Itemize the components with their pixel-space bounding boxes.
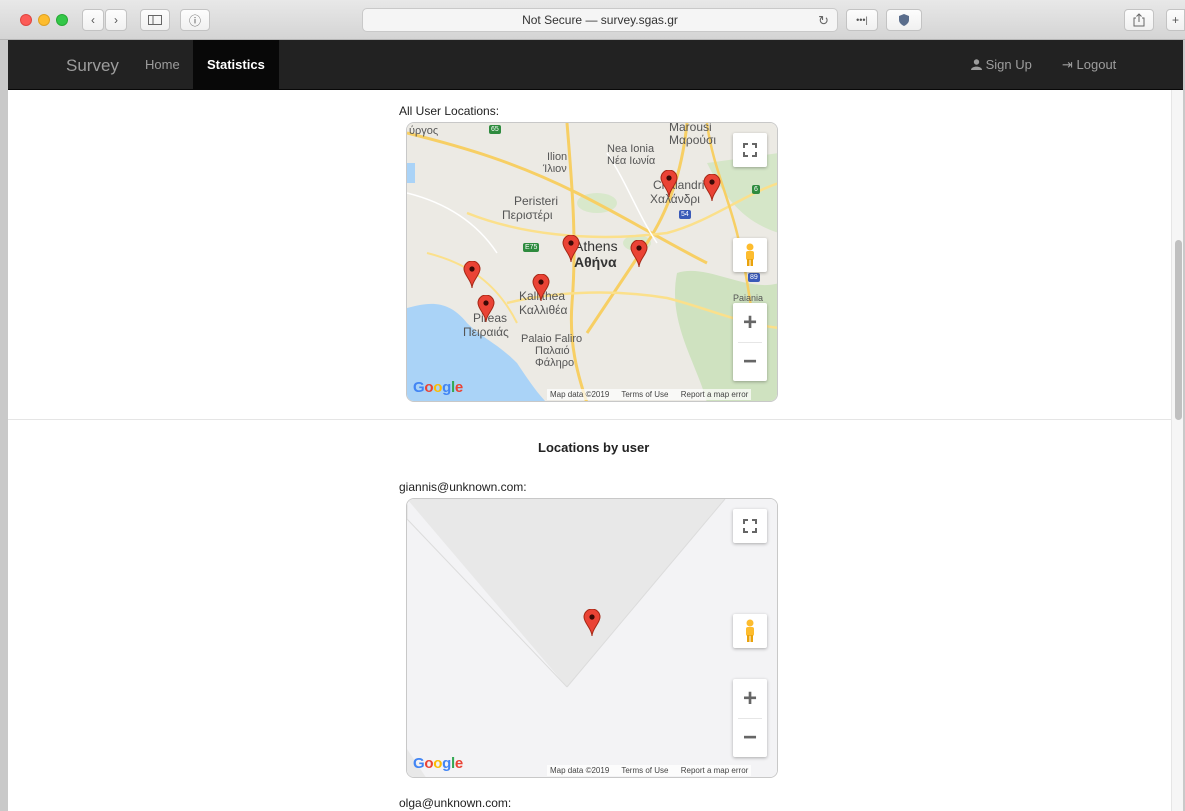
forward-button[interactable]: ›	[105, 9, 127, 31]
road-shield-89: 89	[748, 273, 760, 282]
zoom-out-button[interactable]: −	[733, 718, 767, 757]
user-icon	[971, 41, 982, 91]
all-user-locations-map[interactable]: ύργος Marousi Μαρούσι Nea Ionia Νέα Ιωνί…	[406, 122, 778, 402]
map-data-attribution: Map data ©2019	[550, 766, 610, 775]
map-marker[interactable]	[630, 240, 648, 268]
zoom-control: + −	[733, 679, 767, 757]
fullscreen-button[interactable]	[733, 133, 767, 167]
map-place-palaio-gr1: Παλαιό	[535, 345, 570, 357]
info-icon: ⓘ	[188, 13, 201, 28]
map-place-argyros: ύργος	[409, 125, 439, 137]
map-marker[interactable]	[562, 235, 580, 263]
extensions-button[interactable]: •••|	[846, 9, 878, 31]
share-button[interactable]	[1124, 9, 1154, 31]
fullscreen-button[interactable]	[733, 509, 767, 543]
map-place-kallithea-gr: Καλλιθέα	[519, 303, 568, 317]
map-place-nea-ionia: Nea Ionia	[607, 143, 655, 155]
sign-up-label: Sign Up	[985, 57, 1032, 72]
user-email-label: giannis@unknown.com:	[399, 480, 527, 494]
map-place-ilion: Ilion	[547, 151, 568, 163]
map-footer: Map data ©2019 Terms of Use Report a map…	[547, 389, 752, 400]
google-logo[interactable]: Google	[413, 755, 463, 772]
maximize-window-button[interactable]	[56, 14, 68, 26]
navbar-brand[interactable]: Survey	[66, 56, 119, 76]
all-user-locations-label: All User Locations:	[399, 104, 500, 118]
user-email-label: olga@unknown.com:	[399, 796, 512, 810]
navbar: Survey Home Statistics Sign Up ⇥ Logout	[8, 40, 1183, 90]
zoom-out-button[interactable]: −	[733, 342, 767, 381]
browser-toolbar: ‹ › ⓘ Not Secure — survey.sgas.gr ↻ •••|…	[0, 0, 1185, 40]
back-icon: ‹	[91, 13, 95, 27]
share-icon	[1133, 13, 1145, 27]
section-divider	[8, 419, 1171, 420]
locations-by-user-title: Locations by user	[538, 440, 650, 455]
page-scrollbar[interactable]	[1171, 90, 1183, 811]
sidebar-icon	[148, 15, 162, 25]
map-place-marousi-gr: Μαρούσι	[669, 133, 717, 147]
shield-icon	[899, 14, 909, 26]
terms-of-use-link[interactable]: Terms of Use	[621, 766, 668, 775]
map-data-attribution: Map data ©2019	[550, 390, 610, 399]
map-marker[interactable]	[583, 609, 601, 637]
map-place-palaio-gr2: Φάληρο	[535, 357, 575, 369]
logout-label: Logout	[1076, 57, 1117, 72]
address-bar[interactable]: Not Secure — survey.sgas.gr ↻	[362, 8, 838, 32]
map-place-peristeri: Peristeri	[514, 194, 559, 208]
zoom-in-button[interactable]: +	[733, 303, 767, 342]
map-place-ilion-gr: Ίλιον	[543, 163, 567, 175]
nav-home[interactable]: Home	[131, 40, 194, 90]
fullscreen-icon	[743, 143, 757, 157]
map-place-paiania: Paiania	[733, 293, 764, 303]
map-place-peristeri-gr: Περιστέρι	[502, 208, 553, 222]
sidebar-toggle-button[interactable]	[140, 9, 170, 31]
new-tab-button[interactable]: +	[1166, 9, 1185, 31]
page-viewport: Survey Home Statistics Sign Up ⇥ Logout …	[8, 40, 1183, 811]
map-marker[interactable]	[703, 174, 721, 202]
scrollbar-thumb[interactable]	[1175, 240, 1182, 420]
map-place-athens: Athens	[574, 238, 618, 254]
logout-icon: ⇥	[1062, 57, 1073, 72]
map-marker[interactable]	[660, 170, 678, 198]
zoom-in-button[interactable]: +	[733, 679, 767, 718]
report-map-error-link[interactable]: Report a map error	[681, 390, 749, 399]
road-shield-e75: E75	[523, 243, 540, 252]
pegman-icon	[746, 619, 754, 642]
address-text: Not Secure — survey.sgas.gr	[522, 13, 678, 27]
street-view-pegman[interactable]	[733, 238, 767, 272]
map-marker[interactable]	[532, 274, 550, 302]
map-place-palaio-faliro: Palaio Faliro	[521, 333, 583, 345]
google-logo[interactable]: Google	[413, 379, 463, 396]
map-marker[interactable]	[477, 295, 495, 323]
map-tiles	[407, 499, 777, 777]
nav-statistics[interactable]: Statistics	[193, 40, 279, 90]
close-window-button[interactable]	[20, 14, 32, 26]
plus-icon: +	[1171, 13, 1179, 27]
report-map-error-link[interactable]: Report a map error	[681, 766, 749, 775]
map-place-nea-ionia-gr: Νέα Ιωνία	[607, 155, 656, 167]
road-shield-54: 54	[679, 210, 691, 219]
map-place-pireas-gr: Πειραιάς	[463, 325, 509, 339]
user-location-map[interactable]: + − Google Map data ©2019 Terms of Use R…	[406, 498, 778, 778]
zoom-control: + −	[733, 303, 767, 381]
map-footer: Map data ©2019 Terms of Use Report a map…	[547, 765, 752, 776]
road-shield-65: 65	[489, 125, 501, 134]
reload-icon[interactable]: ↻	[818, 13, 829, 29]
nav-logout[interactable]: ⇥ Logout	[1062, 40, 1116, 90]
nav-sign-up[interactable]: Sign Up	[971, 40, 1032, 90]
street-view-pegman[interactable]	[733, 614, 767, 648]
forward-icon: ›	[114, 13, 118, 27]
fullscreen-icon	[743, 519, 757, 533]
road-shield-6: 6	[752, 185, 760, 194]
more-icon: •••|	[856, 15, 868, 25]
pegman-icon	[746, 243, 754, 266]
map-marker[interactable]	[463, 261, 481, 289]
map-place-athens-gr: Αθήνα	[574, 254, 617, 270]
shield-extension-button[interactable]	[886, 9, 922, 31]
minimize-window-button[interactable]	[38, 14, 50, 26]
reader-button[interactable]: ⓘ	[180, 9, 210, 31]
back-button[interactable]: ‹	[82, 9, 104, 31]
terms-of-use-link[interactable]: Terms of Use	[621, 390, 668, 399]
